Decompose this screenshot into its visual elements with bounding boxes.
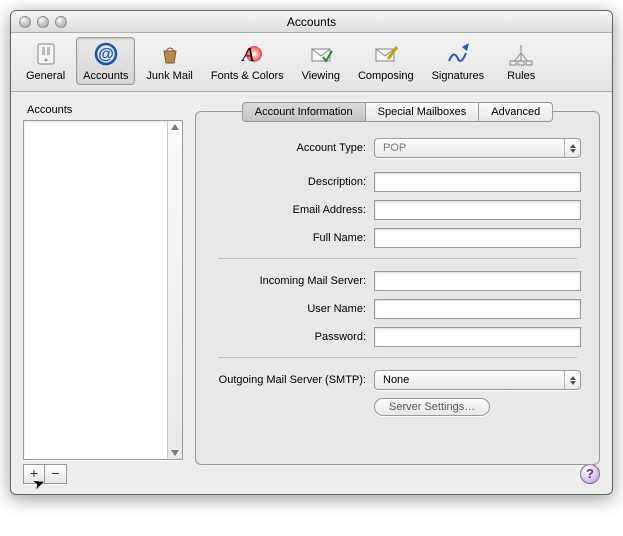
help-button[interactable]: ? — [580, 464, 600, 484]
at-sign-icon: @ — [90, 40, 122, 68]
signature-icon — [442, 40, 474, 68]
trash-bag-icon — [154, 40, 186, 68]
toolbar-label: Composing — [358, 70, 414, 82]
accounts-sidebar: Accounts + − — [23, 102, 183, 484]
window-title: Accounts — [11, 15, 612, 29]
panel-tabs: Account Information Special Mailboxes Ad… — [195, 102, 600, 121]
tab-special-mailboxes[interactable]: Special Mailboxes — [366, 102, 480, 122]
accounts-list[interactable] — [23, 120, 183, 460]
content-area: Accounts + − Account Information Special… — [11, 92, 612, 494]
list-controls: + − — [23, 464, 183, 484]
general-tab[interactable]: General — [19, 37, 72, 85]
switch-icon — [30, 40, 62, 68]
viewing-tab[interactable]: Viewing — [295, 37, 347, 85]
username-label: User Name: — [214, 303, 374, 315]
main-panel: Account Information Special Mailboxes Ad… — [195, 102, 600, 484]
toolbar: General @ Accounts Junk Mail A Fonts & C… — [11, 33, 612, 92]
toolbar-label: Rules — [507, 70, 535, 82]
rules-icon — [505, 40, 537, 68]
svg-text:A: A — [240, 44, 255, 66]
description-field[interactable] — [374, 172, 581, 192]
toolbar-label: Accounts — [83, 70, 128, 82]
toolbar-label: Fonts & Colors — [211, 70, 284, 82]
account-type-label: Account Type: — [214, 142, 374, 154]
password-field[interactable] — [374, 327, 581, 347]
toolbar-label: Signatures — [432, 70, 485, 82]
smtp-select[interactable]: None — [374, 370, 581, 390]
divider — [218, 258, 577, 259]
tab-account-information[interactable]: Account Information — [242, 102, 366, 122]
username-field[interactable] — [374, 299, 581, 319]
smtp-label: Outgoing Mail Server (SMTP): — [214, 374, 374, 386]
toolbar-label: Viewing — [302, 70, 340, 82]
rules-tab[interactable]: Rules — [495, 37, 547, 85]
signatures-tab[interactable]: Signatures — [425, 37, 492, 85]
account-info-panel: Account Type: POP Description: Email Add… — [195, 111, 600, 465]
divider — [218, 357, 577, 358]
fonts-colors-tab[interactable]: A Fonts & Colors — [204, 37, 291, 85]
titlebar: Accounts — [11, 11, 612, 33]
toolbar-label: General — [26, 70, 65, 82]
sidebar-heading: Accounts — [23, 102, 183, 120]
email-field[interactable] — [374, 200, 581, 220]
server-settings-button[interactable]: Server Settings… — [374, 398, 490, 416]
incoming-label: Incoming Mail Server: — [214, 275, 374, 287]
incoming-server-field[interactable] — [374, 271, 581, 291]
smtp-value: None — [383, 374, 409, 386]
junk-mail-tab[interactable]: Junk Mail — [139, 37, 199, 85]
accounts-tab[interactable]: @ Accounts — [76, 37, 135, 85]
toolbar-label: Junk Mail — [146, 70, 192, 82]
fullname-field[interactable] — [374, 228, 581, 248]
compose-icon — [370, 40, 402, 68]
description-label: Description: — [214, 176, 374, 188]
scrollbar[interactable] — [167, 121, 182, 459]
preferences-window: Accounts General @ Accounts Junk Mail A … — [10, 10, 613, 495]
email-label: Email Address: — [214, 204, 374, 216]
password-label: Password: — [214, 331, 374, 343]
envelope-check-icon — [305, 40, 337, 68]
stepper-icon — [564, 139, 580, 157]
account-type-select[interactable]: POP — [374, 138, 581, 158]
account-type-value: POP — [383, 142, 406, 154]
fullname-label: Full Name: — [214, 232, 374, 244]
composing-tab[interactable]: Composing — [351, 37, 421, 85]
font-color-icon: A — [231, 40, 263, 68]
tab-advanced[interactable]: Advanced — [479, 102, 553, 122]
stepper-icon — [564, 371, 580, 389]
svg-text:@: @ — [98, 46, 114, 63]
remove-account-button[interactable]: − — [45, 464, 67, 484]
